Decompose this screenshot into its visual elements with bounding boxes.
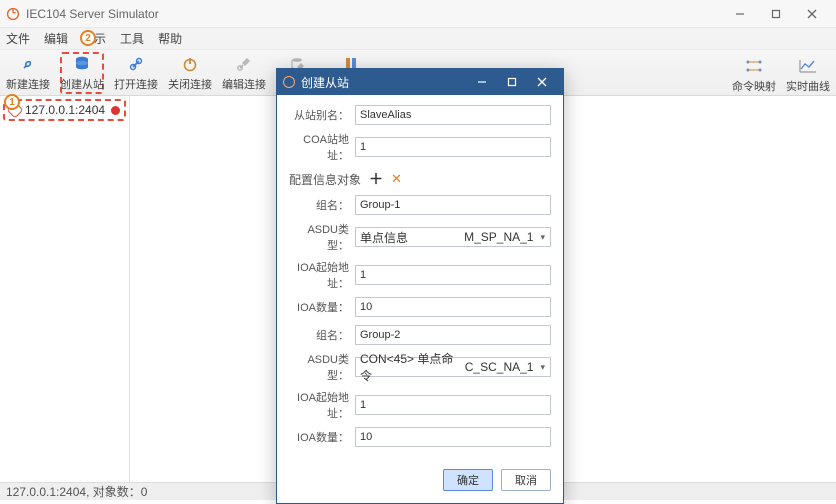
status-text: 127.0.0.1:2404, 对象数：0 [6,483,147,500]
asdu-select[interactable]: CON<45> 单点命令 C_SC_NA_1 ▾ [355,357,551,377]
asdu-code: C_SC_NA_1 [465,360,534,374]
chevron-down-icon: ▾ [537,232,548,243]
ioa-start-input[interactable] [355,395,551,415]
database-icon [72,54,92,74]
menubar: 文件 编辑 显示 工具 帮助 [0,28,836,50]
menu-edit[interactable]: 编辑 [44,30,68,47]
remove-group-button[interactable]: ✕ [391,171,402,187]
group-block: 组名： ASDU类型： CON<45> 单点命令 C_SC_NA_1 ▾ IOA… [289,325,551,447]
ioa-start-label: IOA起始地址： [289,389,355,421]
menu-help[interactable]: 帮助 [158,30,182,47]
tb-realtime-chart[interactable]: 实时曲线 [786,56,830,94]
ioa-count-label: IOA数量： [289,429,355,445]
window-minimize-button[interactable] [722,0,758,28]
annotation-1: 1 [4,94,20,110]
dialog-logo-icon [283,76,295,88]
dialog-titlebar[interactable]: 创建从站 [277,69,563,95]
asdu-label: ASDU类型： [289,221,355,253]
menu-file[interactable]: 文件 [6,30,30,47]
tb-open-connection[interactable]: 打开连接 [114,54,158,94]
group-name-input[interactable] [355,325,551,345]
tb-new-connection[interactable]: 新建连接 [6,54,50,94]
window-title: IEC104 Server Simulator [26,7,159,21]
alias-input[interactable] [355,105,551,125]
add-group-button[interactable]: ＋ [369,169,383,189]
group-block: 组名： ASDU类型： 单点信息 M_SP_NA_1 ▾ IOA起始地址： IO… [289,195,551,317]
link-edit-icon [234,54,254,74]
create-slave-dialog: 创建从站 从站别名： COA站地址： 配置信息对象 ＋ ✕ 组名： [276,68,564,504]
ok-button[interactable]: 确定 [443,469,493,491]
tb-close-connection[interactable]: 关闭连接 [168,54,212,94]
asdu-code: M_SP_NA_1 [464,230,533,244]
asdu-select[interactable]: 单点信息 M_SP_NA_1 ▾ [355,227,551,247]
dialog-maximize-button[interactable] [497,69,527,95]
cancel-button[interactable]: 取消 [501,469,551,491]
dialog-title: 创建从站 [301,74,349,91]
ioa-count-label: IOA数量： [289,299,355,315]
alias-label: 从站别名： [289,107,355,123]
ioa-count-input[interactable] [355,427,551,447]
map-icon [744,56,764,76]
group-name-label: 组名： [289,327,355,343]
coa-input[interactable] [355,137,551,157]
asdu-name: 单点信息 [360,229,408,246]
config-header: 配置信息对象 [289,171,361,188]
chevron-down-icon: ▾ [537,362,548,373]
tb-command-map[interactable]: 命令映射 [732,56,776,94]
group-name-input[interactable] [355,195,551,215]
window-titlebar: IEC104 Server Simulator [0,0,836,28]
annotation-2: 2 [80,30,96,46]
tree-node-connection[interactable]: 127.0.0.1:2404 [3,99,126,121]
asdu-name: CON<45> 单点命令 [360,350,465,384]
connection-tree: 127.0.0.1:2404 [0,96,130,482]
chart-icon [798,56,818,76]
app-logo-icon [6,7,20,21]
window-close-button[interactable] [794,0,830,28]
coa-label: COA站地址： [289,131,355,163]
menu-tools[interactable]: 工具 [120,30,144,47]
ioa-start-label: IOA起始地址： [289,259,355,291]
tb-edit-connection[interactable]: 编辑连接 [222,54,266,94]
status-dot-icon [111,106,120,115]
tree-node-label: 127.0.0.1:2404 [25,103,105,117]
link-open-icon [126,54,146,74]
tb-create-slave[interactable]: 创建从站 [60,52,104,94]
group-name-label: 组名： [289,197,355,213]
dialog-minimize-button[interactable] [467,69,497,95]
ioa-count-input[interactable] [355,297,551,317]
link-icon [18,54,38,74]
dialog-close-button[interactable] [527,69,557,95]
asdu-label: ASDU类型： [289,351,355,383]
window-maximize-button[interactable] [758,0,794,28]
ioa-start-input[interactable] [355,265,551,285]
power-icon [180,54,200,74]
